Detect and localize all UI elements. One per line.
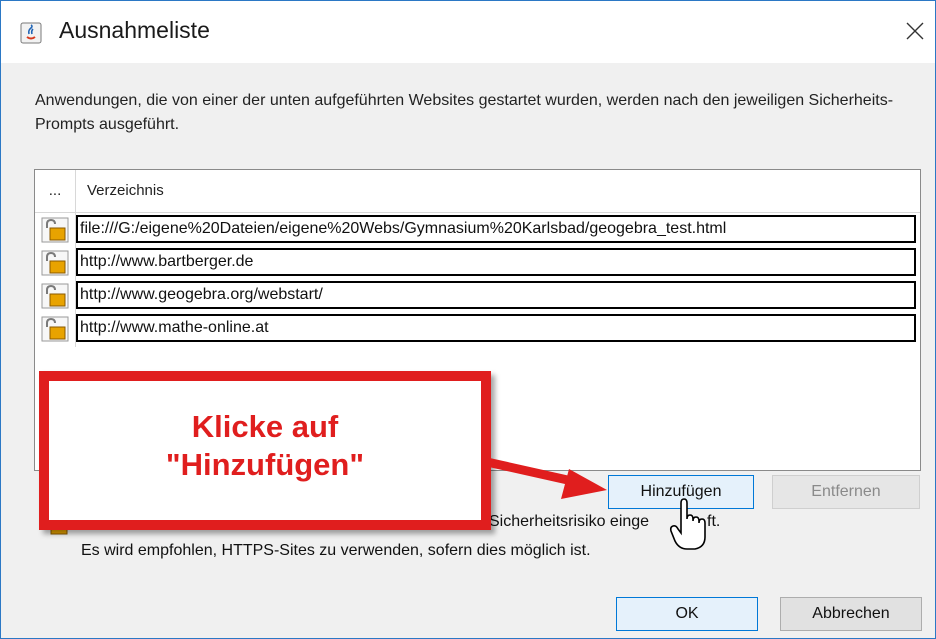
table-row[interactable]: http://www.bartberger.de [35, 247, 920, 277]
row-url[interactable]: http://www.bartberger.de [76, 248, 916, 276]
java-icon [20, 22, 42, 44]
title-bar: Ausnahmeliste [1, 1, 935, 63]
row-url[interactable]: http://www.mathe-online.at [76, 314, 916, 342]
row-url[interactable]: file:///G:/eigene%20Dateien/eigene%20Web… [76, 215, 916, 243]
tutorial-callout: Klicke auf "Hinzufügen" [39, 371, 491, 530]
table-row[interactable]: http://www.mathe-online.at [35, 313, 920, 343]
table-header: ... Verzeichnis [35, 170, 920, 213]
row-url[interactable]: http://www.geogebra.org/webstart/ [76, 281, 916, 309]
description-text: Anwendungen, die von einer der unten auf… [35, 92, 894, 133]
ok-button[interactable]: OK [616, 597, 758, 631]
warning-text-line1: Sicherheitsrisiko einge [489, 513, 650, 530]
warning-text-line2: Es wird empfohlen, HTTPS-Sites zu verwen… [81, 542, 591, 559]
lock-icon [41, 283, 69, 309]
lock-icon [41, 250, 69, 276]
column-header-options[interactable]: ... [35, 170, 76, 212]
column-header-directory[interactable]: Verzeichnis [87, 170, 164, 212]
exception-list-dialog: Ausnahmeliste Anwendungen, die von einer… [0, 0, 936, 639]
lock-icon [41, 316, 69, 342]
hand-cursor-icon [669, 498, 706, 550]
table-row[interactable]: file:///G:/eigene%20Dateien/eigene%20Web… [35, 214, 920, 244]
window-title: Ausnahmeliste [59, 17, 210, 43]
cancel-button[interactable]: Abbrechen [780, 597, 922, 631]
remove-button[interactable]: Entfernen [772, 475, 920, 509]
callout-text: Klicke auf "Hinzufügen" [165, 409, 365, 482]
close-icon[interactable] [903, 19, 927, 43]
lock-icon [41, 217, 69, 243]
table-row[interactable]: http://www.geogebra.org/webstart/ [35, 280, 920, 310]
warning-text-line1-tail: ft. [707, 513, 721, 530]
